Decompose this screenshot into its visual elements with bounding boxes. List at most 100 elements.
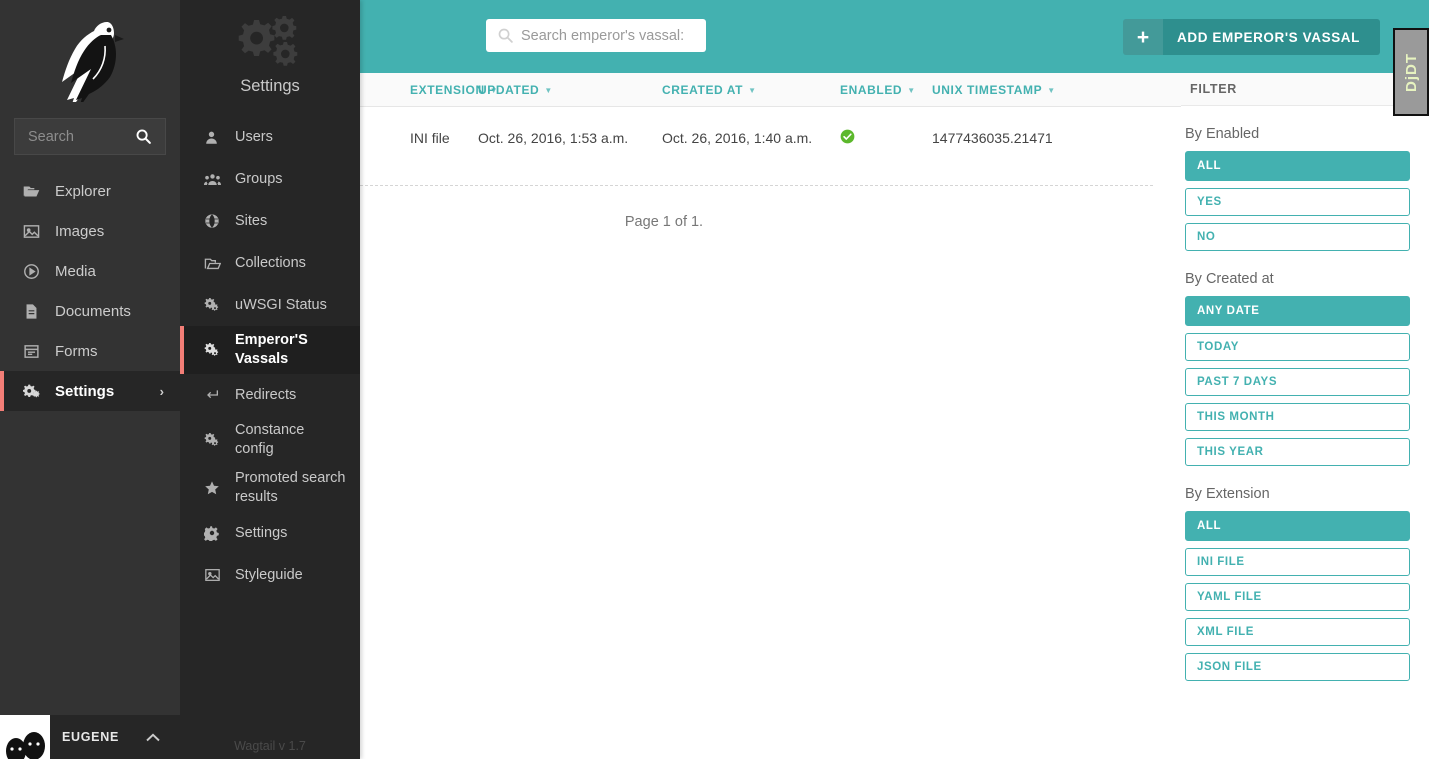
column-header-updated[interactable]: UPDATED ▼	[478, 83, 662, 97]
image-icon	[204, 567, 222, 583]
filter-option-past-7-days[interactable]: PAST 7 DAYS	[1185, 368, 1410, 396]
submenu-item-settings[interactable]: Settings	[180, 512, 360, 554]
add-emperors-vassal-button[interactable]: + ADD EMPEROR'S VASSAL	[1123, 19, 1380, 55]
table-row[interactable]: INI file Oct. 26, 2016, 1:53 a.m. Oct. 2…	[360, 107, 1181, 169]
sidebar-item-images[interactable]: Images	[0, 211, 180, 251]
submenu-item-promoted-search-results[interactable]: Promoted search results	[180, 464, 360, 512]
group-icon	[204, 172, 222, 187]
search-icon[interactable]	[135, 128, 152, 145]
admin-page: 'S VASSALS + ADD EMPEROR'S VASSAL EXTENS…	[0, 0, 1429, 759]
submenu-item-uwsgi-status[interactable]: uWSGI Status	[180, 284, 360, 326]
chevron-down-icon: ▼	[489, 86, 499, 95]
sidebar-search[interactable]	[14, 118, 166, 155]
filter-option-today[interactable]: TODAY	[1185, 333, 1410, 361]
sidebar-item-settings[interactable]: Settings ›	[0, 371, 180, 411]
column-label: EXTENSION	[410, 82, 485, 97]
redirect-icon	[204, 387, 222, 403]
sidebar-item-forms[interactable]: Forms	[0, 331, 180, 371]
image-icon	[23, 223, 42, 240]
cell-enabled	[840, 129, 932, 147]
filter-group-enabled: By Enabled ALL YES NO	[1181, 126, 1429, 251]
filter-heading: FILTER	[1181, 73, 1429, 106]
user-avatar-image	[0, 719, 50, 759]
search-icon	[498, 28, 513, 43]
results-table: EXTENSION ▼ UPDATED ▼ CREATED AT ▼ ENABL…	[360, 73, 1181, 169]
submenu-item-emperors-vassals[interactable]: Emperor'S Vassals	[180, 326, 360, 374]
sidebar-item-label: Images	[55, 222, 105, 240]
filter-group-created-at: By Created at ANY DATE TODAY PAST 7 DAYS…	[1181, 271, 1429, 466]
filter-option-ini-file[interactable]: INI FILE	[1185, 548, 1410, 576]
sidebar-item-label: Media	[55, 262, 96, 280]
sidebar-nav: Explorer Images Media Documents Forms Se…	[0, 171, 180, 411]
user-bar[interactable]: EUGENE	[0, 715, 180, 759]
filter-option-yaml-file[interactable]: YAML FILE	[1185, 583, 1410, 611]
pagination-status: Page 1 of 1.	[624, 214, 704, 230]
filter-option-xml-file[interactable]: XML FILE	[1185, 618, 1410, 646]
column-header-extension[interactable]: EXTENSION ▼	[360, 83, 498, 97]
filter-option-this-month[interactable]: THIS MONTH	[1185, 403, 1410, 431]
submenu-item-styleguide[interactable]: Styleguide	[180, 554, 360, 596]
filter-option-json-file[interactable]: JSON FILE	[1185, 653, 1410, 681]
cell-extension: INI file	[410, 130, 450, 146]
filter-option-all-ext[interactable]: ALL	[1185, 511, 1410, 541]
sidebar-item-explorer[interactable]: Explorer	[0, 171, 180, 211]
submenu-item-sites[interactable]: Sites	[180, 200, 360, 242]
submenu-item-label: uWSGI Status	[235, 296, 327, 313]
submenu-item-label: Redirects	[235, 386, 297, 403]
globe-icon	[204, 213, 222, 229]
avatar	[0, 715, 50, 759]
folder-open-icon	[204, 255, 222, 272]
settings-submenu-panel: Settings Users Groups Sites Collections …	[180, 0, 360, 759]
folder-open-icon	[23, 183, 42, 200]
sidebar-item-label: Forms	[55, 342, 98, 360]
form-icon	[23, 343, 42, 360]
header-search-input[interactable]	[521, 19, 701, 52]
filter-option-this-year[interactable]: THIS YEAR	[1185, 438, 1410, 466]
sidebar-item-label: Documents	[55, 302, 131, 320]
user-name: EUGENE	[62, 730, 119, 744]
primary-sidebar: Explorer Images Media Documents	[0, 0, 180, 759]
submenu-item-label: Groups	[235, 170, 283, 187]
filter-option-no[interactable]: NO	[1185, 223, 1410, 251]
submenu-item-groups[interactable]: Groups	[180, 158, 360, 200]
filter-group-extension: By Extension ALL INI FILE YAML FILE XML …	[1181, 486, 1429, 681]
add-button-label: ADD EMPEROR'S VASSAL	[1177, 29, 1360, 45]
chevron-down-icon: ▼	[544, 86, 553, 95]
submenu-item-label: Users	[235, 128, 273, 145]
column-label: ENABLED	[840, 82, 903, 97]
submenu-item-redirects[interactable]: Redirects	[180, 374, 360, 416]
filter-option-any-date[interactable]: ANY DATE	[1185, 296, 1410, 326]
column-header-enabled[interactable]: ENABLED ▼	[840, 83, 932, 97]
cell-created-at: Oct. 26, 2016, 1:40 a.m.	[662, 130, 813, 146]
filter-option-yes[interactable]: YES	[1185, 188, 1410, 216]
submenu-item-constance-config[interactable]: Constance config	[180, 416, 360, 464]
submenu-item-users[interactable]: Users	[180, 116, 360, 158]
sidebar-item-media[interactable]: Media	[0, 251, 180, 291]
chevron-down-icon: ▼	[1047, 86, 1056, 95]
cogs-icon	[23, 382, 42, 400]
cell-unix-timestamp: 1477436035.21471	[932, 130, 1053, 146]
column-label: CREATED AT	[662, 82, 744, 97]
sidebar-search-input[interactable]	[15, 119, 145, 154]
submenu-item-label: Collections	[235, 254, 306, 271]
wagtail-version: Wagtail v 1.7	[234, 739, 306, 753]
wagtail-logo[interactable]	[0, 0, 180, 118]
submenu-item-collections[interactable]: Collections	[180, 242, 360, 284]
table-divider	[360, 185, 1153, 186]
sidebar-item-label: Explorer	[55, 182, 111, 200]
column-header-created-at[interactable]: CREATED AT ▼	[662, 83, 840, 97]
chevron-right-icon: ›	[159, 383, 164, 399]
djdt-label: DjDT	[1402, 52, 1420, 92]
submenu-item-label: Emperor'S Vassals	[235, 332, 308, 367]
submenu-item-label: Settings	[235, 524, 288, 541]
sidebar-item-documents[interactable]: Documents	[0, 291, 180, 331]
chevron-up-icon[interactable]	[146, 730, 160, 745]
cogs-icon	[204, 342, 222, 358]
filter-option-all[interactable]: ALL	[1185, 151, 1410, 181]
table-header-row: EXTENSION ▼ UPDATED ▼ CREATED AT ▼ ENABL…	[360, 73, 1181, 107]
submenu-item-label: Styleguide	[235, 566, 303, 583]
column-header-unix-timestamp[interactable]: UNIX TIMESTAMP ▼	[932, 83, 1122, 97]
django-debug-toolbar-handle[interactable]: DjDT	[1393, 28, 1429, 116]
column-label: UPDATED	[478, 82, 540, 97]
header-search[interactable]	[486, 19, 706, 52]
